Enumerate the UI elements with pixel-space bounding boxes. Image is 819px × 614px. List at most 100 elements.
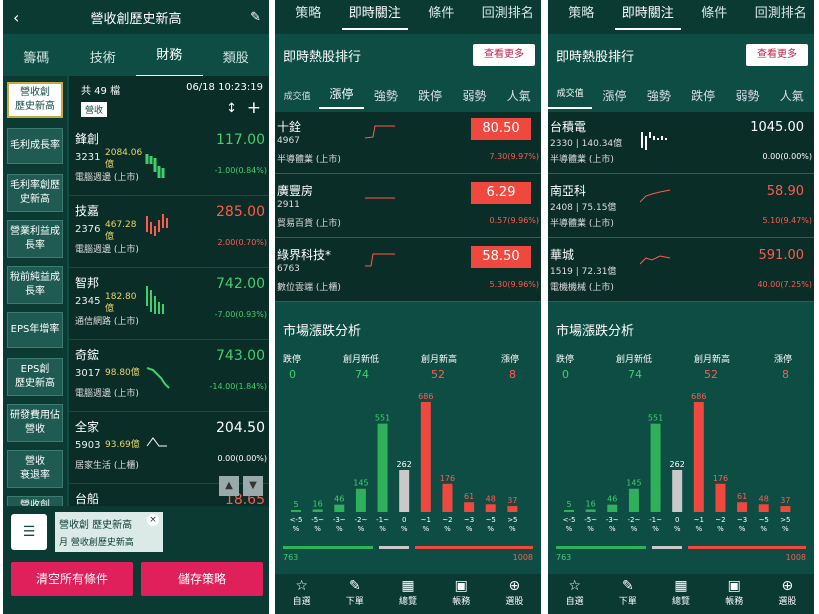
month-low-label[interactable]: 創月新低 bbox=[343, 352, 379, 365]
tab-turnover[interactable]: 成交值 bbox=[548, 81, 593, 109]
limit-up-count: 8 bbox=[509, 368, 516, 381]
tab-popular[interactable]: 人氣 bbox=[497, 87, 541, 104]
hot-row[interactable]: 十銓 4967 半導體業 (上市) 80.50 7.30(9.97%) bbox=[275, 112, 541, 174]
nav-overview[interactable]: ▦ 總覽 bbox=[381, 574, 434, 614]
tab-condition[interactable]: 條件 bbox=[681, 0, 748, 34]
sidebar-item-op-growth[interactable]: 營業利益成 長率 bbox=[7, 220, 63, 258]
stock-code: 2330 | 140.34億 bbox=[550, 139, 623, 149]
dist-bar bbox=[420, 402, 431, 512]
scroll-up-icon[interactable]: ▲ bbox=[219, 476, 239, 496]
limit-down-count: 0 bbox=[562, 368, 569, 381]
tab-strategy[interactable]: 策略 bbox=[275, 0, 342, 34]
tab-limit-down[interactable]: 跌停 bbox=[408, 87, 452, 104]
order-icon: ✎ bbox=[621, 578, 634, 594]
nav-overview[interactable]: ▦ 總覽 bbox=[654, 574, 707, 614]
tab-watch[interactable]: 即時關注 bbox=[614, 0, 681, 30]
grid-icon: ▦ bbox=[401, 578, 415, 594]
sidebar-item-gross-margin-high[interactable]: 毛利率創歷 史新高 bbox=[7, 174, 63, 212]
nav-account[interactable]: ▣ 帳務 bbox=[435, 574, 488, 614]
back-icon[interactable]: ‹ bbox=[13, 8, 19, 27]
stock-row[interactable]: 鋒創 3231 2084.06 億 電腦週邊 (上市) 117.00 -1.00(… bbox=[69, 124, 269, 196]
page-title: 營收創歷史新高 bbox=[90, 11, 182, 27]
stock-price: 742.00 bbox=[216, 276, 265, 292]
dist-bar-label: 61 bbox=[737, 492, 747, 501]
tab-strategy[interactable]: 策略 bbox=[548, 0, 615, 34]
sidebar-item-pretax-growth[interactable]: 稅前純益成 長率 bbox=[7, 266, 63, 304]
nav-account[interactable]: ▣ 帳務 bbox=[708, 574, 761, 614]
limit-up-label[interactable]: 漲停 bbox=[501, 352, 519, 365]
nav-watchlist[interactable]: ☆ 自選 bbox=[275, 574, 328, 614]
tab-backtest[interactable]: 回測排名 bbox=[748, 0, 815, 34]
bottom-nav: ☆ 自選 ✎ 下單 ▦ 總覽 ▣ 帳務 ⊕ 選股 bbox=[548, 574, 814, 614]
stock-row[interactable]: 智邦 2345 182.80 億 通信網路 (上市) 742.00 -7.00(0… bbox=[69, 268, 269, 340]
month-high-label[interactable]: 創月新高 bbox=[421, 352, 457, 365]
save-strategy-button[interactable]: 儲存策略 bbox=[141, 562, 263, 596]
add-icon[interactable]: + bbox=[247, 98, 261, 118]
limit-up-label[interactable]: 漲停 bbox=[774, 352, 792, 365]
view-more-button[interactable]: 查看更多 bbox=[746, 44, 808, 66]
tab-backtest[interactable]: 回測排名 bbox=[475, 0, 542, 34]
tab-weak[interactable]: 弱勢 bbox=[452, 87, 496, 104]
stock-row[interactable]: 奇鋐 3017 98.80億 電腦週邊 (上市) 743.00 -14.00(1… bbox=[69, 340, 269, 412]
dist-bar bbox=[780, 506, 791, 512]
tab-strong[interactable]: 強勢 bbox=[637, 87, 681, 104]
hot-row[interactable]: 廣豐房 2911 貿易百貨 (上市) 6.29 0.57(9.96%) bbox=[275, 176, 541, 238]
month-high-label[interactable]: 創月新高 bbox=[694, 352, 730, 365]
nav-screener[interactable]: ⊕ 選股 bbox=[761, 574, 814, 614]
stock-industry: 電腦週邊 (上市) bbox=[75, 173, 139, 183]
dist-category-label: % bbox=[782, 525, 789, 533]
top-tabs: 策略 即時關注 條件 回測排名 bbox=[275, 0, 541, 34]
scroll-down-icon[interactable]: ▼ bbox=[243, 476, 263, 496]
dist-category-label: -2~ bbox=[354, 516, 367, 524]
dist-bar bbox=[628, 488, 639, 512]
distribution-chart: 5 <-5% 16 -5~% 46 -3~% 145 -2~% 551 -1~% 262 0% 686 ~… bbox=[283, 392, 533, 562]
hot-row[interactable]: 綠界科技* 6763 數位雲端 (上櫃) 58.50 5.30(9.96%) bbox=[275, 240, 541, 302]
tab-limit-up[interactable]: 漲停 bbox=[592, 87, 636, 104]
stock-change: 5.10(9.47%) bbox=[762, 216, 812, 225]
nav-screener[interactable]: ⊕ 選股 bbox=[488, 574, 541, 614]
filter-tag[interactable]: 營收 bbox=[81, 102, 108, 117]
stock-name: 技嘉 bbox=[75, 204, 100, 218]
sidebar-item-eps-high[interactable]: EPS創 歷史新高 bbox=[7, 358, 63, 396]
mini-chart bbox=[146, 214, 168, 236]
sort-icon[interactable]: ↕ bbox=[226, 101, 237, 116]
tab-limit-down[interactable]: 跌停 bbox=[681, 87, 725, 104]
tab-weak[interactable]: 弱勢 bbox=[725, 87, 769, 104]
sidebar-item-revenue-decline[interactable]: 營收 衰退率 bbox=[7, 450, 63, 488]
sidebar-item-revenue-high[interactable]: 營收創 歷史新高 bbox=[7, 82, 63, 118]
month-low-label[interactable]: 創月新低 bbox=[616, 352, 652, 365]
tab-watch[interactable]: 即時關注 bbox=[341, 0, 408, 30]
hot-row[interactable]: 南亞科 2408 | 75.15億 半導體業 (上市) 58.90 5.10(9… bbox=[548, 176, 814, 238]
tab-limit-up[interactable]: 漲停 bbox=[319, 81, 364, 109]
star-icon: ☆ bbox=[295, 578, 308, 594]
hot-row[interactable]: 華城 1519 | 72.31億 電機機械 (上市) 591.00 40.00(… bbox=[548, 240, 814, 302]
close-icon[interactable]: × bbox=[147, 514, 159, 526]
tab-technical[interactable]: 技術 bbox=[70, 47, 137, 66]
view-more-button[interactable]: 查看更多 bbox=[473, 44, 535, 66]
tab-popular[interactable]: 人氣 bbox=[770, 87, 814, 104]
nav-order[interactable]: ✎ 下單 bbox=[328, 574, 381, 614]
sidebar-item-gross-growth[interactable]: 毛利成長率 bbox=[7, 128, 63, 164]
clear-all-button[interactable]: 清空所有條件 bbox=[11, 562, 133, 596]
dist-category-label: ~2 bbox=[442, 516, 452, 524]
nav-watchlist[interactable]: ☆ 自選 bbox=[548, 574, 601, 614]
list-icon[interactable]: ☰ bbox=[11, 514, 47, 550]
tab-financial[interactable]: 財務 bbox=[136, 34, 203, 78]
limit-down-label[interactable]: 跌停 bbox=[283, 352, 301, 365]
hot-row[interactable]: 台積電 2330 | 140.34億 半導體業 (上市) 1045.00 0.0… bbox=[548, 112, 814, 174]
stock-row[interactable]: 技嘉 2376 467.28 億 電腦週邊 (上市) 285.00 2.00(0.… bbox=[69, 196, 269, 268]
stock-change: 40.00(7.25%) bbox=[757, 280, 812, 289]
stock-price: 204.50 bbox=[216, 420, 265, 436]
stock-row[interactable]: 全家 5903 93.69億 居家生活 (上櫃) 204.50 0.00(0.0… bbox=[69, 412, 269, 484]
tab-sector[interactable]: 類股 bbox=[203, 47, 270, 66]
tab-condition[interactable]: 條件 bbox=[408, 0, 475, 34]
dist-bar bbox=[312, 509, 323, 512]
tab-strong[interactable]: 強勢 bbox=[364, 87, 408, 104]
sidebar-item-rd-ratio[interactable]: 研發費用佔 營收 bbox=[7, 404, 63, 442]
nav-order[interactable]: ✎ 下單 bbox=[601, 574, 654, 614]
limit-down-label[interactable]: 跌停 bbox=[556, 352, 574, 365]
edit-icon[interactable]: ✎ bbox=[250, 10, 261, 25]
tab-chips[interactable]: 籌碼 bbox=[3, 47, 70, 66]
sidebar-item-eps-yoy[interactable]: EPS年增率 bbox=[7, 312, 63, 348]
tab-turnover[interactable]: 成交值 bbox=[275, 89, 319, 102]
